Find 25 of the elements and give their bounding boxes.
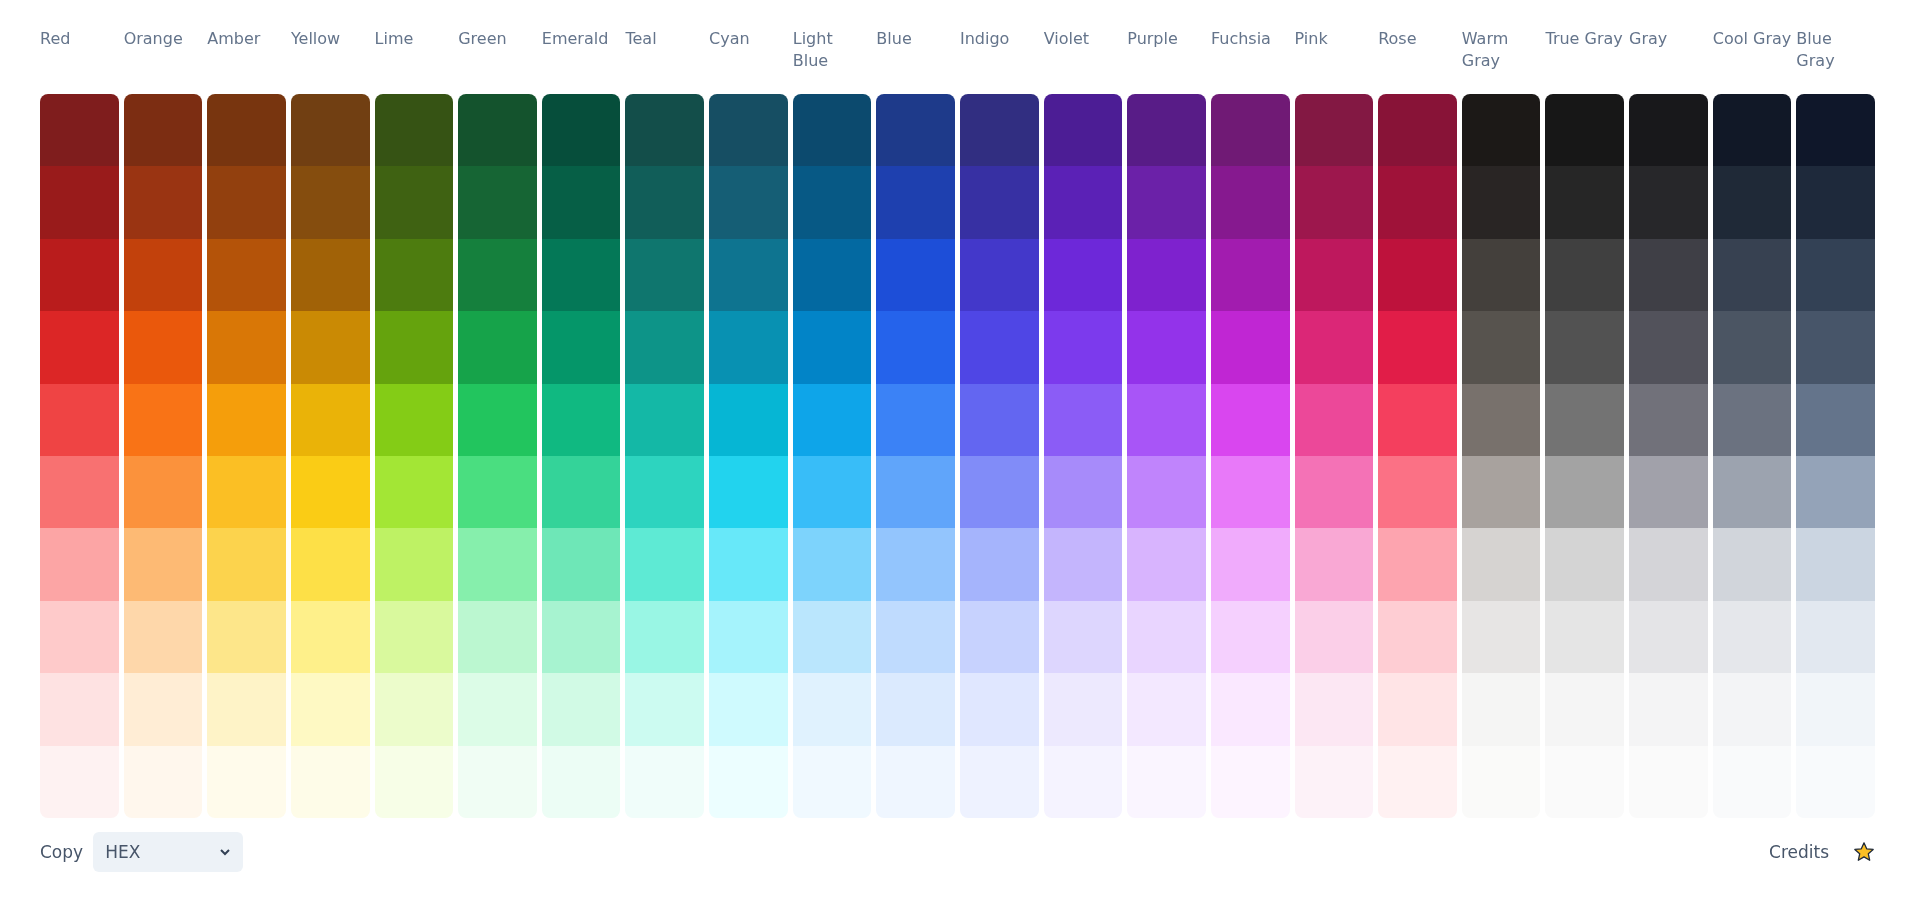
- palette-name: Fuchsia: [1210, 28, 1272, 50]
- palette-name: Yellow: [290, 28, 342, 50]
- palette-name: Red: [40, 28, 72, 50]
- palette-name: Gray: [1629, 28, 1669, 50]
- palette-name: Blue Gray: [1796, 28, 1836, 72]
- palette-name: Pink: [1294, 28, 1329, 50]
- palette-name: True Gray: [1545, 28, 1624, 50]
- palette-name: Green: [458, 28, 508, 50]
- copy-label: Copy: [40, 841, 84, 862]
- palette-name: Lime: [374, 28, 415, 50]
- palette-name: Cyan: [709, 28, 751, 50]
- palette-name: Rose: [1378, 28, 1418, 50]
- palette-name: Cool Gray: [1712, 28, 1792, 50]
- palette-name: Light Blue: [792, 28, 834, 72]
- palette-name: Orange: [123, 28, 184, 50]
- format-dropdown[interactable]: HEX: [93, 831, 244, 872]
- palette-name: Violet: [1043, 28, 1090, 50]
- credits-link[interactable]: Credits: [1769, 841, 1829, 862]
- palette-name: Emerald: [541, 28, 610, 50]
- palette-name: Purple: [1127, 28, 1179, 50]
- palette-name: Warm Gray: [1461, 28, 1510, 72]
- palette-name: Amber: [207, 28, 262, 50]
- palette-name: Teal: [625, 28, 658, 50]
- palette-name: Indigo: [960, 28, 1011, 50]
- palette-name: Blue: [876, 28, 913, 50]
